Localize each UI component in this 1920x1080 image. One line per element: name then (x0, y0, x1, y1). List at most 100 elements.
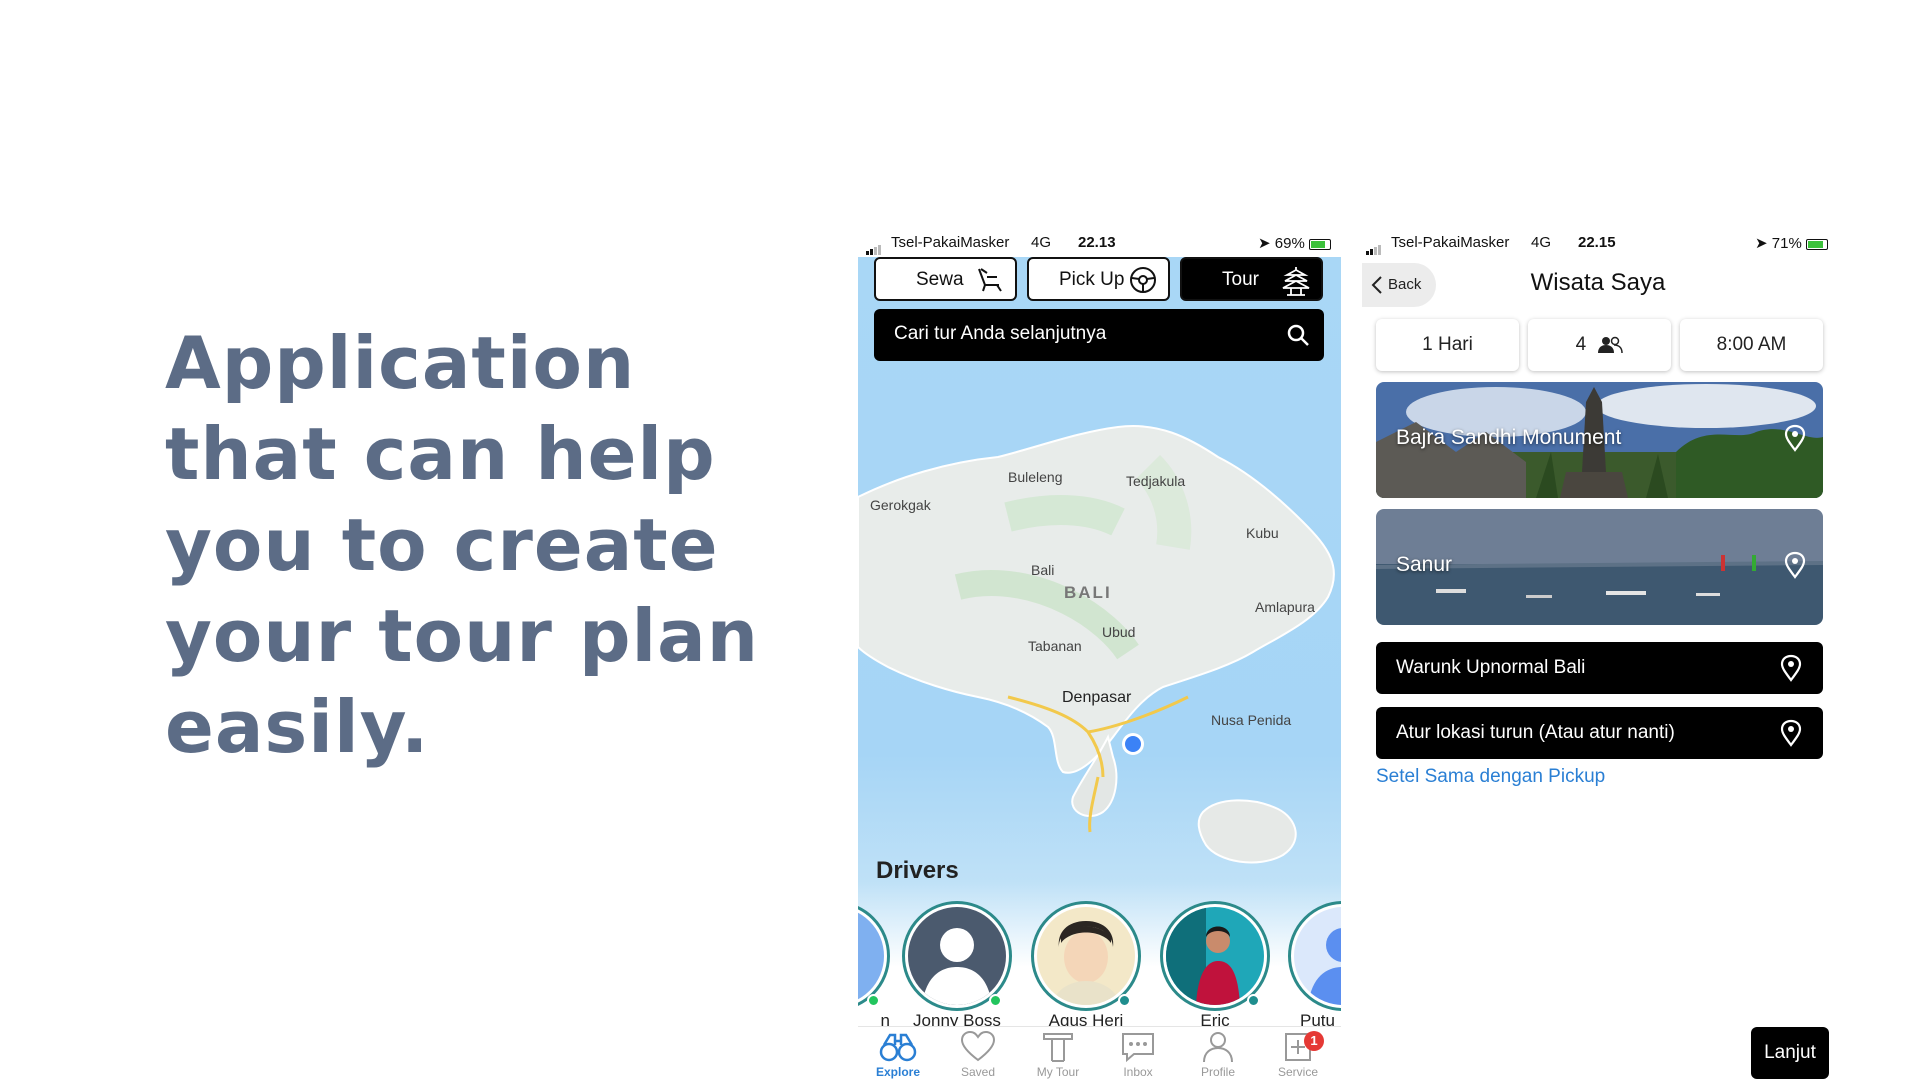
driver-card[interactable]: Agus Heri (1031, 901, 1141, 1031)
tour-icon (1043, 1033, 1073, 1062)
battery-percent: 71% (1771, 235, 1802, 252)
map-label-denpasar: Denpasar (1062, 689, 1132, 706)
tab-label: Service (1277, 1065, 1318, 1079)
map-label-gerokgak: Gerokgak (870, 497, 931, 513)
battery-status: ➤ 71% (1755, 234, 1828, 252)
tab-label: Saved (960, 1065, 996, 1079)
online-indicator (867, 994, 880, 1007)
mode-tour-label: Tour (1222, 269, 1259, 290)
status-bar: Tsel-PakaiMasker 4G 22.15 ➤ 71% (1358, 229, 1838, 257)
people-icon (1598, 336, 1624, 354)
mode-sewa-label: Sewa (916, 269, 964, 290)
drivers-carousel[interactable]: n Jonny Boss Agus Heri Eric Putu (858, 901, 1341, 1031)
driver-name: Eric (1200, 1011, 1230, 1027)
destination-card[interactable]: Sanur (1376, 509, 1823, 625)
binoculars-icon (879, 1033, 917, 1062)
search-icon[interactable] (1286, 323, 1310, 353)
temple-icon (1281, 265, 1311, 303)
mode-sewa-button[interactable]: Sewa (874, 257, 1017, 301)
next-button[interactable]: Lanjut (1751, 1027, 1829, 1079)
battery-icon (1309, 238, 1331, 250)
driver-name: Putu (1300, 1011, 1335, 1027)
signal-icon (1366, 238, 1382, 255)
dropoff-location-field[interactable]: Atur lokasi turun (Atau atur nanti) (1376, 707, 1823, 759)
map-label-nusa-penida: Nusa Penida (1211, 712, 1292, 728)
driver-card[interactable]: n (858, 901, 890, 1031)
status-indicator (1247, 994, 1260, 1007)
car-seat-icon (973, 265, 1005, 301)
tour-options: 1 Hari 4 8:00 AM (1376, 319, 1823, 371)
location-pin-icon[interactable] (1783, 424, 1807, 456)
tab-label: My Tour (1036, 1065, 1080, 1079)
mode-tour-button[interactable]: Tour (1180, 257, 1323, 301)
driver-name: Agus Heri (1048, 1011, 1124, 1027)
start-time-selector[interactable]: 8:00 AM (1680, 319, 1823, 371)
tab-explore[interactable]: Explore (858, 1031, 938, 1079)
battery-status: ➤ 69% (1258, 234, 1331, 252)
chat-icon (1122, 1033, 1154, 1063)
driver-avatar (908, 907, 1006, 1005)
location-pin-icon (1780, 719, 1802, 747)
map-label-bali-small: Bali (1031, 562, 1055, 578)
tab-profile[interactable]: Profile (1178, 1031, 1258, 1079)
mode-pickup-button[interactable]: Pick Up (1027, 257, 1170, 301)
location-arrow-icon: ➤ (1258, 235, 1271, 252)
same-as-pickup-link[interactable]: Setel Sama dengan Pickup (1376, 766, 1605, 788)
tab-inbox[interactable]: Inbox (1098, 1031, 1178, 1079)
destination-card[interactable]: Bajra Sandhi Monument (1376, 382, 1823, 498)
steering-wheel-icon (1128, 265, 1158, 301)
driver-card[interactable]: Jonny Boss (902, 901, 1012, 1031)
tab-label: Explore (875, 1065, 920, 1079)
tab-label: Inbox (1123, 1065, 1153, 1079)
tab-my-tour[interactable]: My Tour (1018, 1031, 1098, 1079)
map-label-ubud: Ubud (1102, 624, 1136, 640)
location-pin-icon (1780, 654, 1802, 682)
driver-card[interactable]: Eric (1160, 901, 1270, 1031)
carrier-name: Tsel-PakaiMasker (1391, 234, 1510, 251)
search-placeholder: Cari tur Anda selanjutnya (894, 323, 1107, 344)
carrier-name: Tsel-PakaiMasker (891, 234, 1010, 251)
location-pin-icon[interactable] (1783, 551, 1807, 583)
dropoff-location-value: Atur lokasi turun (Atau atur nanti) (1396, 722, 1675, 743)
battery-percent: 69% (1274, 235, 1305, 252)
driver-avatar (858, 907, 884, 1005)
signal-icon (866, 238, 882, 255)
tab-label: Profile (1200, 1065, 1235, 1079)
pickup-location-field[interactable]: Warunk Upnormal Bali (1376, 642, 1823, 694)
online-indicator (989, 994, 1002, 1007)
page-title: Wisata Saya (1530, 269, 1666, 296)
map-label-tedjakula: Tedjakula (1126, 473, 1186, 489)
tour-search-input[interactable]: Cari tur Anda selanjutnya (874, 309, 1324, 361)
tab-saved[interactable]: Saved (938, 1031, 1018, 1079)
battery-icon (1806, 238, 1828, 250)
mode-switcher: Sewa Pick Up Tour (874, 257, 1324, 303)
driver-name: Jonny Boss (913, 1011, 1001, 1027)
map-label-bali: BALI (1064, 583, 1112, 602)
map-label-tabanan: Tabanan (1028, 638, 1082, 654)
driver-name: n (880, 1011, 890, 1027)
status-time: 22.15 (1578, 234, 1616, 251)
heart-icon (960, 1031, 996, 1062)
network-type: 4G (1531, 234, 1552, 251)
driver-avatar (1166, 907, 1264, 1005)
people-count: 4 (1575, 334, 1587, 355)
person-icon (1203, 1032, 1233, 1063)
status-time: 22.13 (1078, 234, 1116, 251)
tour-plan-screen: Tsel-PakaiMasker 4G 22.15 ➤ 71% Back Wis… (1358, 229, 1838, 1080)
map-label-amlapura: Amlapura (1255, 599, 1315, 615)
mode-pickup-label: Pick Up (1059, 269, 1125, 290)
destination-name: Sanur (1396, 553, 1453, 576)
duration-selector[interactable]: 1 Hari (1376, 319, 1519, 371)
location-arrow-icon: ➤ (1755, 235, 1768, 252)
driver-avatar (1037, 907, 1135, 1005)
tab-service[interactable]: Service 1 (1258, 1031, 1338, 1079)
status-indicator (1118, 994, 1131, 1007)
headline: Application that can help you to create … (165, 321, 760, 769)
pickup-location-value: Warunk Upnormal Bali (1396, 657, 1586, 678)
people-selector[interactable]: 4 (1528, 319, 1671, 371)
network-type: 4G (1031, 234, 1052, 251)
map-label-buleleng: Buleleng (1008, 469, 1063, 485)
driver-avatar (1294, 907, 1341, 1005)
bottom-tab-bar: Explore Saved My Tour Inbox Profile Serv… (858, 1026, 1341, 1080)
driver-card[interactable]: Putu (1288, 901, 1341, 1031)
